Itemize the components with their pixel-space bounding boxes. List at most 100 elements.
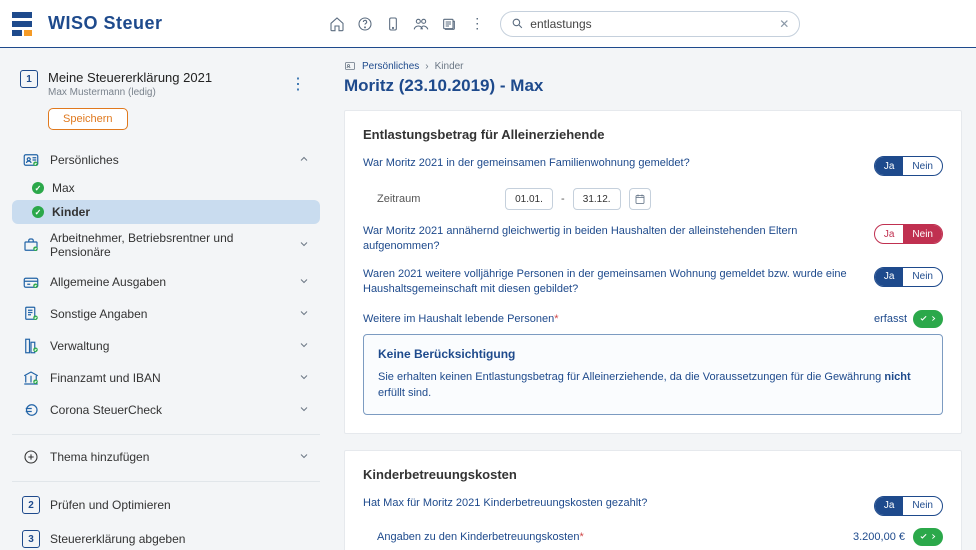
sidebar-sub-max[interactable]: ✓ Max [12,176,320,200]
sidebar-sub-label: Max [52,181,75,195]
other-icon [22,305,40,323]
sidebar-label: Persönliches [50,153,119,167]
sidebar-item-employee[interactable]: Arbeitnehmer, Betriebsrentner und Pensio… [12,224,320,266]
toggle-yes[interactable]: Ja [875,497,904,515]
sidebar-item-personal[interactable]: Persönliches [12,144,320,176]
employee-icon [22,236,40,254]
sidebar-label: Allgemeine Ausgaben [50,275,166,289]
euro-icon [22,401,40,419]
card-heading: Kinderbetreuungskosten [363,467,943,482]
chevron-down-icon [298,238,310,253]
search-input[interactable] [530,17,773,31]
breadcrumb-icon [344,60,356,72]
toggle-no[interactable]: Nein [903,497,942,515]
logo-mark-icon [12,12,40,36]
mobile-icon[interactable] [382,13,404,35]
chevron-down-icon [298,371,310,386]
sidebar-item-other[interactable]: Sonstige Angaben [12,298,320,330]
sidebar-item-add-topic[interactable]: Thema hinzufügen [12,441,320,473]
sidebar-item-tax-iban[interactable]: Finanzamt und IBAN [12,362,320,394]
chevron-down-icon [298,275,310,290]
breadcrumb-b: Kinder [435,61,464,72]
check-icon: ✓ [32,206,44,218]
step-submit[interactable]: 3 Steuererklärung abgeben [12,522,320,550]
chevron-up-icon [298,153,310,168]
info-title: Keine Berücksichtigung [378,347,928,361]
sidebar-item-expenses[interactable]: Allgemeine Ausgaben [12,266,320,298]
chevron-down-icon [298,307,310,322]
question-text: Waren 2021 weitere volljährige Personen … [363,267,862,298]
person-card-icon [22,151,40,169]
chevron-right-icon: › [425,61,428,72]
sidebar-label: Arbeitnehmer, Betriebsrentner und Pensio… [50,231,288,259]
people-icon[interactable] [410,13,432,35]
step-number-3: 3 [22,530,40,548]
info-text: Sie erhalten keinen Entlastungsbetrag fü… [378,369,928,402]
search-icon [511,17,524,30]
amount-value: 3.200,00 € [853,531,905,543]
yes-no-toggle[interactable]: Ja Nein [874,224,943,244]
home-icon[interactable] [326,13,348,35]
sidebar-label: Sonstige Angaben [50,307,147,321]
yes-no-toggle[interactable]: Ja Nein [874,156,943,176]
breadcrumb-a[interactable]: Persönliches [362,61,419,72]
card-entlastung: Entlastungsbetrag für Alleinerziehende W… [344,110,962,434]
sidebar-label: Corona SteuerCheck [50,403,162,417]
period-label: Zeitraum [377,193,497,205]
chevron-down-icon [298,450,310,465]
page-title: Moritz (23.10.2019) - Max [344,76,962,96]
sidebar-sub-kinder[interactable]: ✓ Kinder [12,200,320,224]
yes-no-toggle[interactable]: Ja Nein [874,267,943,287]
step-check[interactable]: 2 Prüfen und Optimieren [12,488,320,522]
chevron-down-icon [298,339,310,354]
step-number-2: 2 [22,496,40,514]
dash: - [561,193,565,205]
clear-search-icon[interactable]: ✕ [779,17,789,31]
toggle-no[interactable]: Nein [903,225,942,243]
open-detail-button[interactable] [913,310,943,328]
card-betreuung: Kinderbetreuungskosten Hat Max für Morit… [344,450,962,550]
info-box: Keine Berücksichtigung Sie erhalten kein… [363,334,943,415]
app-name: WISO Steuer [48,13,163,34]
help-icon[interactable] [354,13,376,35]
declaration-menu-icon[interactable]: ⋮ [284,70,312,98]
breadcrumb: Persönliches › Kinder [344,60,962,72]
bank-icon [22,369,40,387]
sidebar-item-admin[interactable]: Verwaltung [12,330,320,362]
period-to-input[interactable] [573,188,621,210]
toggle-yes[interactable]: Ja [875,157,904,175]
search-input-wrapper[interactable]: ✕ [500,11,800,37]
admin-icon [22,337,40,355]
question-text: War Moritz 2021 annähernd gleichwertig i… [363,224,862,255]
toggle-no[interactable]: Nein [903,157,942,175]
more-icon[interactable]: ⋮ [466,13,488,35]
sidebar-label: Finanzamt und IBAN [50,371,161,385]
chevron-down-icon [298,403,310,418]
question-text: War Moritz 2021 in der gemeinsamen Famil… [363,156,862,171]
persons-link[interactable]: Weitere im Haushalt lebende Personen* [363,313,558,325]
sidebar-item-corona[interactable]: Corona SteuerCheck [12,394,320,426]
toggle-yes[interactable]: Ja [875,225,904,243]
yes-no-toggle[interactable]: Ja Nein [874,496,943,516]
sidebar-sub-label: Kinder [52,205,90,219]
sidebar-label: Thema hinzufügen [50,450,149,464]
toggle-yes[interactable]: Ja [875,268,904,286]
app-logo: WISO Steuer [12,12,163,36]
save-button[interactable]: Speichern [48,108,128,130]
care-costs-link[interactable]: Angaben zu den Kinderbetreuungskosten* [377,531,584,543]
status-text: erfasst [874,313,907,325]
plus-circle-icon [22,448,40,466]
calendar-icon[interactable] [629,188,651,210]
declaration-title: Meine Steuererklärung 2021 [48,70,212,85]
step-label: Prüfen und Optimieren [50,498,171,512]
declaration-subtitle: Max Mustermann (ledig) [48,87,212,98]
step-label: Steuererklärung abgeben [50,532,185,546]
expenses-icon [22,273,40,291]
toggle-no[interactable]: Nein [903,268,942,286]
sidebar-label: Verwaltung [50,339,109,353]
open-detail-button[interactable] [913,528,943,546]
step-number-1: 1 [20,70,38,88]
card-heading: Entlastungsbetrag für Alleinerziehende [363,127,943,142]
period-from-input[interactable] [505,188,553,210]
news-icon[interactable] [438,13,460,35]
